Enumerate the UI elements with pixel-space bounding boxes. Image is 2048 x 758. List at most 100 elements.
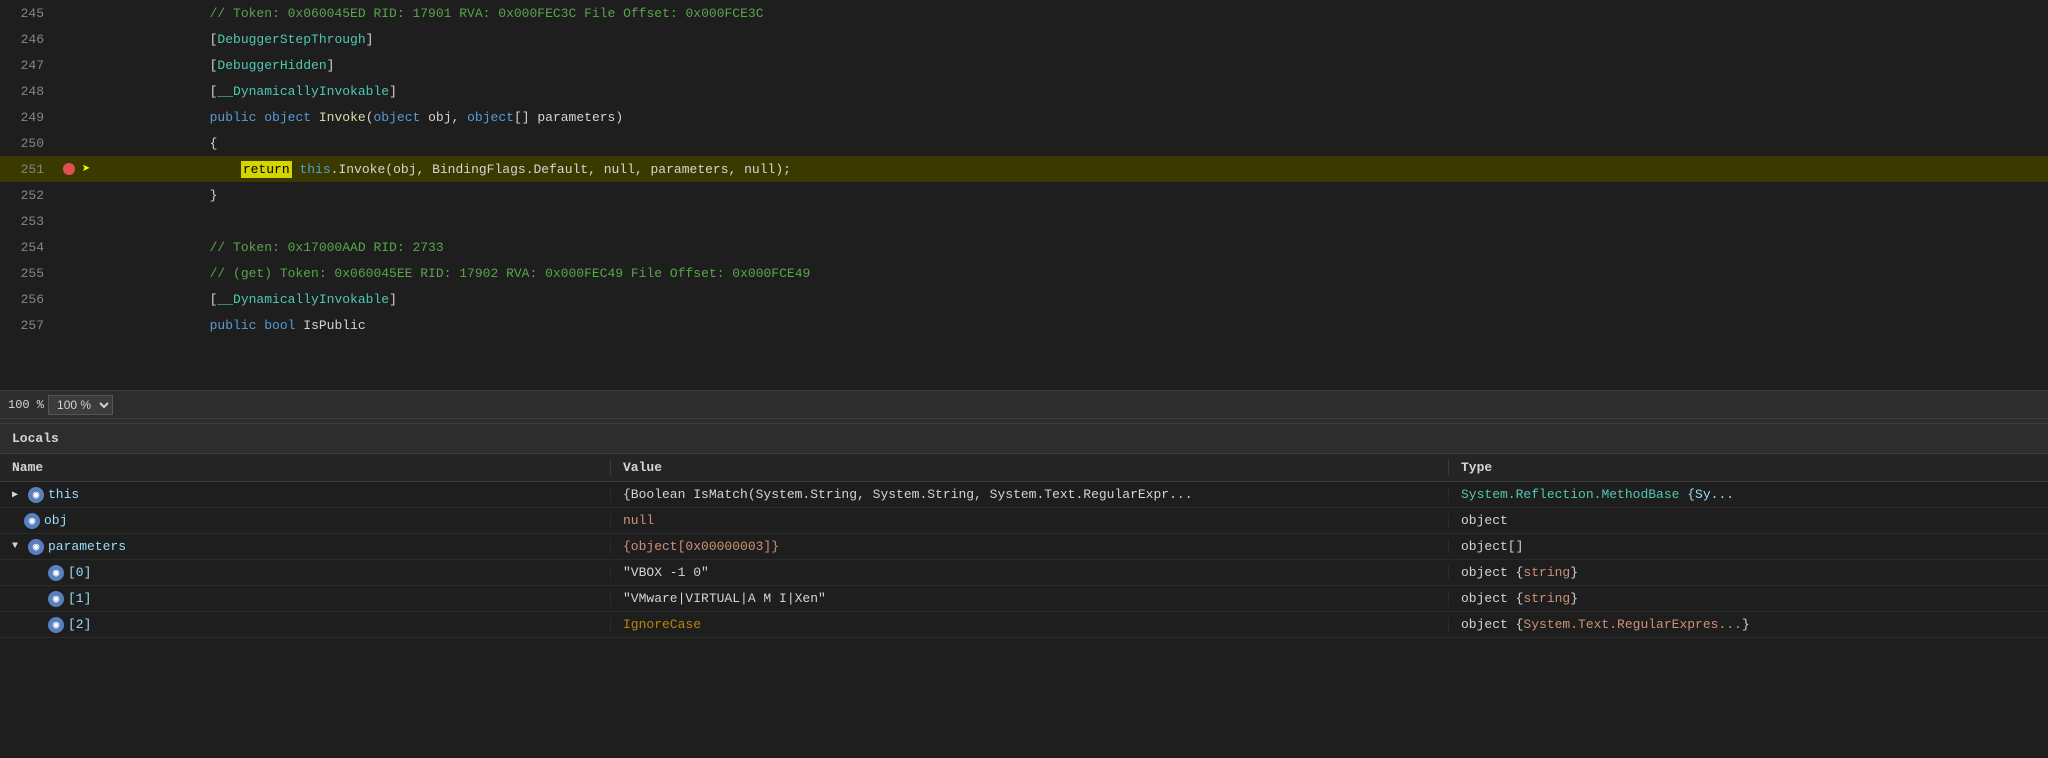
type-token: object[] <box>1461 539 1523 554</box>
code-token: ] <box>389 84 397 99</box>
var-name: [1] <box>68 591 91 606</box>
code-content: // Token: 0x17000AAD RID: 2733 <box>108 240 2048 255</box>
row-type-cell: object <box>1448 513 2048 528</box>
type-token: object <box>1461 617 1508 632</box>
code-line-253: 253 <box>0 208 2048 234</box>
var-icon: ◉ <box>28 487 44 503</box>
var-icon: ◉ <box>48 565 64 581</box>
locals-columns: Name Value Type <box>0 454 2048 482</box>
type-token: } <box>1570 565 1578 580</box>
code-content: // Token: 0x060045ED RID: 17901 RVA: 0x0… <box>108 6 2048 21</box>
row-name-cell: ◉ this <box>0 487 610 503</box>
row-name-cell: ◉ [1] <box>0 591 610 607</box>
row-type-cell: object[] <box>1448 539 2048 554</box>
locals-title: Locals <box>12 431 59 446</box>
col-value-header: Value <box>610 460 1448 475</box>
code-line-245: 245 // Token: 0x060045ED RID: 17901 RVA:… <box>0 0 2048 26</box>
status-bar: 100 % 100 % 75 % 150 % <box>0 390 2048 418</box>
expand-arrow[interactable] <box>12 541 24 552</box>
code-token: [ <box>116 58 217 73</box>
code-token: DebuggerHidden <box>217 58 326 73</box>
line-number: 255 <box>0 266 60 281</box>
code-content: public bool IsPublic <box>108 318 2048 333</box>
code-token <box>116 318 210 333</box>
code-token: } <box>116 188 217 203</box>
code-token: obj, <box>420 110 467 125</box>
line-number: 254 <box>0 240 60 255</box>
line-number: 249 <box>0 110 60 125</box>
code-token <box>116 110 210 125</box>
line-rest: this.Invoke(obj, BindingFlags.Default, n… <box>292 162 791 177</box>
row-value-cell: "VMware|VIRTUAL|A M I|Xen" <box>610 591 1448 606</box>
code-token: // Token: 0x060045ED RID: 17901 RVA: 0x0… <box>116 6 764 21</box>
type-token: System.Reflection. <box>1461 487 1601 502</box>
code-token: bool <box>264 318 295 333</box>
code-token: [ <box>116 32 217 47</box>
type-token: System.Text.RegularExpres... <box>1523 617 1741 632</box>
code-token: ] <box>327 58 335 73</box>
var-icon: ◉ <box>48 591 64 607</box>
breakpoint-area[interactable] <box>60 163 78 175</box>
row-value-cell: IgnoreCase <box>610 617 1448 632</box>
line-number: 247 <box>0 58 60 73</box>
type-token: object <box>1461 565 1508 580</box>
code-line-257: 257 public bool IsPublic <box>0 312 2048 338</box>
gutter-marks: ➤ <box>78 161 108 178</box>
row-type-cell: object {System.Text.RegularExpres...} <box>1448 617 2048 632</box>
code-token: IsPublic <box>295 318 365 333</box>
code-token: object <box>467 110 514 125</box>
zoom-label: 100 % 100 % 75 % 150 % <box>8 395 113 415</box>
code-content: [DebuggerStepThrough] <box>108 32 2048 47</box>
locals-row[interactable]: ◉[2]IgnoreCaseobject {System.Text.Regula… <box>0 612 2048 638</box>
code-token: [] parameters) <box>514 110 623 125</box>
code-token: // Token: 0x17000AAD RID: 2733 <box>116 240 444 255</box>
locals-row[interactable]: ◉[0]"VBOX -1 0"object {string} <box>0 560 2048 586</box>
code-token: __DynamicallyInvokable <box>217 84 389 99</box>
code-token: public <box>210 318 257 333</box>
code-token: object <box>264 110 311 125</box>
code-token: __DynamicallyInvokable <box>217 292 389 307</box>
code-token: DebuggerStepThrough <box>217 32 365 47</box>
line-number: 252 <box>0 188 60 203</box>
locals-rows: ◉this{Boolean IsMatch(System.String, Sys… <box>0 482 2048 638</box>
code-content: [DebuggerHidden] <box>108 58 2048 73</box>
row-name-cell: ◉obj <box>0 513 610 529</box>
expand-arrow[interactable] <box>12 489 24 501</box>
var-name: obj <box>44 513 67 528</box>
line-number: 257 <box>0 318 60 333</box>
line-number: 248 <box>0 84 60 99</box>
locals-header: Locals <box>0 424 2048 454</box>
locals-row[interactable]: ◉objnullobject <box>0 508 2048 534</box>
zoom-value: 100 % <box>8 398 44 412</box>
code-lines: 245 // Token: 0x060045ED RID: 17901 RVA:… <box>0 0 2048 338</box>
row-name-cell: ◉[2] <box>0 617 610 633</box>
col-type-header: Type <box>1448 460 2048 475</box>
type-token: MethodBase <box>1601 487 1679 502</box>
locals-row[interactable]: ◉ parameters {object[0x00000003]} object[] <box>0 534 2048 560</box>
locals-row[interactable]: ◉this{Boolean IsMatch(System.String, Sys… <box>0 482 2048 508</box>
code-line-252: 252 } <box>0 182 2048 208</box>
breakpoint-dot <box>63 163 75 175</box>
row-value-cell: {object[0x00000003]} <box>610 539 1448 554</box>
row-name-cell: ◉[0] <box>0 565 610 581</box>
line-number: 250 <box>0 136 60 151</box>
locals-row[interactable]: ◉[1]"VMware|VIRTUAL|A M I|Xen"object {st… <box>0 586 2048 612</box>
zoom-dropdown[interactable]: 100 % 75 % 150 % <box>48 395 113 415</box>
var-name: [2] <box>68 617 91 632</box>
code-token: [ <box>116 84 217 99</box>
code-token <box>311 110 319 125</box>
code-token: ] <box>389 292 397 307</box>
type-token: { <box>1508 591 1524 606</box>
code-content: [__DynamicallyInvokable] <box>108 84 2048 99</box>
code-content: { <box>108 136 2048 151</box>
code-token: public <box>210 110 257 125</box>
code-token: object <box>374 110 421 125</box>
type-token: { <box>1508 617 1524 632</box>
row-value-cell: null <box>610 513 1448 528</box>
code-content: [__DynamicallyInvokable] <box>108 292 2048 307</box>
var-name: this <box>48 487 79 502</box>
var-icon: ◉ <box>28 539 44 555</box>
code-token: Invoke <box>319 110 366 125</box>
var-name: parameters <box>48 539 126 554</box>
code-line-254: 254 // Token: 0x17000AAD RID: 2733 <box>0 234 2048 260</box>
